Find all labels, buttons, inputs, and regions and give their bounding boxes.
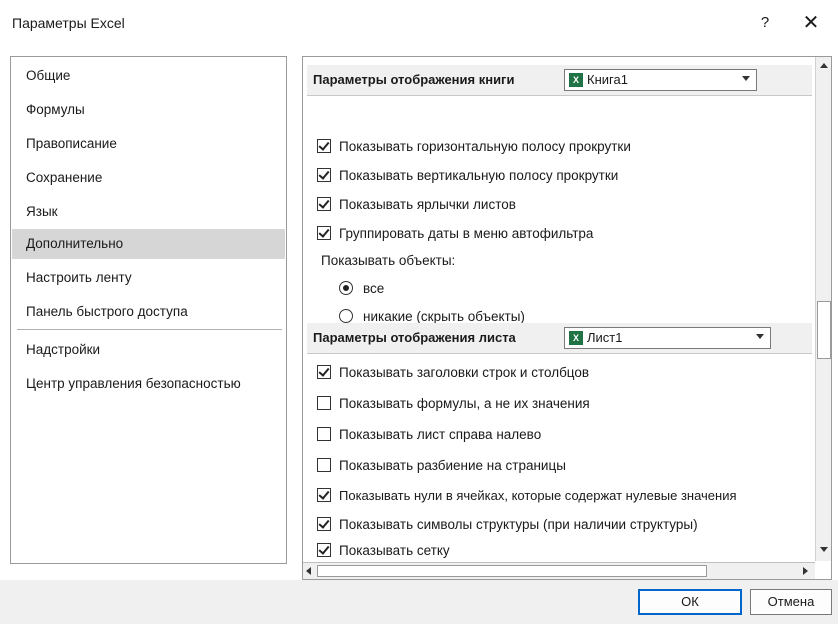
option-right-to-left[interactable]: Показывать лист справа налево	[317, 425, 541, 445]
checkbox-checked[interactable]	[317, 168, 331, 182]
vertical-scrollbar[interactable]	[815, 57, 831, 561]
sheet-section-title: Параметры отображения листа	[313, 330, 516, 345]
cancel-button[interactable]: Отмена	[750, 589, 832, 615]
vertical-scroll-thumb[interactable]	[817, 301, 831, 359]
option-label: Показывать ярлычки листов	[339, 197, 516, 212]
nav-item-general[interactable]: Общие	[12, 61, 285, 91]
option-label: Показывать нули в ячейках, которые содер…	[339, 488, 737, 503]
option-page-breaks[interactable]: Показывать разбиение на страницы	[317, 456, 566, 476]
option-label: Показывать разбиение на страницы	[339, 458, 566, 473]
option-label: Показывать заголовки строк и столбцов	[339, 365, 590, 380]
horizontal-scrollbar[interactable]	[303, 562, 815, 579]
book-section-title: Параметры отображения книги	[313, 72, 515, 87]
option-label: Показывать вертикальную полосу прокрутки	[339, 168, 619, 183]
option-label: Показывать символы структуры (при наличи…	[339, 517, 698, 532]
option-show-formulas[interactable]: Показывать формулы, а не их значения	[317, 394, 590, 414]
scroll-right-icon[interactable]	[803, 567, 808, 575]
sheet-section-header: Параметры отображения листа X Лист1	[307, 323, 812, 354]
scroll-left-icon[interactable]	[306, 567, 311, 575]
nav-item-quick-access[interactable]: Панель быстрого доступа	[12, 297, 285, 327]
nav-item-trust-center[interactable]: Центр управления безопасностью	[12, 369, 285, 399]
nav-separator	[17, 329, 282, 330]
option-show-sheet-tabs[interactable]: Показывать ярлычки листов	[317, 195, 516, 215]
nav-item-save[interactable]: Сохранение	[12, 163, 285, 193]
sheet-select-value: Лист1	[587, 330, 623, 345]
option-label: Показывать сетку	[339, 543, 450, 558]
title-bar: Параметры Excel ? ✕	[0, 0, 838, 46]
options-panel: Параметры отображения книги X Книга1 Пок…	[302, 56, 832, 580]
nav-item-addins[interactable]: Надстройки	[12, 335, 285, 365]
help-button[interactable]: ?	[752, 10, 778, 36]
nav-item-customize-ribbon[interactable]: Настроить ленту	[12, 263, 285, 293]
scroll-up-icon[interactable]	[820, 63, 828, 68]
sheet-select[interactable]: X Лист1	[564, 327, 771, 349]
radio-unselected[interactable]	[339, 309, 353, 323]
option-show-vscroll[interactable]: Показывать вертикальную полосу прокрутки	[317, 166, 618, 186]
option-show-headers[interactable]: Показывать заголовки строк и столбцов	[317, 363, 589, 383]
option-label: Показывать лист справа налево	[339, 427, 542, 442]
option-group-dates[interactable]: Группировать даты в меню автофильтра	[317, 224, 593, 244]
nav-item-advanced[interactable]: Дополнительно	[12, 229, 285, 259]
radio-label: никакие (скрыть объекты)	[363, 309, 525, 324]
checkbox-checked[interactable]	[317, 139, 331, 153]
option-show-outline[interactable]: Показывать символы структуры (при наличи…	[317, 515, 698, 535]
option-label: Показывать формулы, а не их значения	[339, 396, 590, 411]
option-show-gridlines[interactable]: Показывать сетку	[317, 541, 450, 561]
checkbox-checked[interactable]	[317, 517, 331, 531]
chevron-down-icon	[756, 334, 764, 339]
book-section-header: Параметры отображения книги X Книга1	[307, 65, 812, 96]
option-show-zeros[interactable]: Показывать нули в ячейках, которые содер…	[317, 486, 737, 506]
nav-item-formulas[interactable]: Формулы	[12, 95, 285, 125]
checkbox-unchecked[interactable]	[317, 427, 331, 441]
checkbox-unchecked[interactable]	[317, 458, 331, 472]
workbook-select-value: Книга1	[587, 72, 628, 87]
checkbox-checked[interactable]	[317, 543, 331, 557]
category-list: Общие Формулы Правописание Сохранение Яз…	[10, 56, 287, 564]
radio-objects-all[interactable]: все	[339, 279, 384, 299]
excel-sheet-icon: X	[569, 331, 583, 345]
workbook-select[interactable]: X Книга1	[564, 69, 757, 91]
ok-button[interactable]: ОК	[638, 589, 742, 615]
checkbox-unchecked[interactable]	[317, 396, 331, 410]
scroll-down-icon[interactable]	[820, 547, 828, 552]
window-title: Параметры Excel	[12, 15, 125, 31]
radio-selected[interactable]	[339, 281, 353, 295]
nav-item-language[interactable]: Язык	[12, 197, 285, 227]
option-show-hscroll[interactable]: Показывать горизонтальную полосу прокрут…	[317, 137, 631, 157]
objects-label: Показывать объекты:	[321, 253, 456, 268]
option-label: Показывать горизонтальную полосу прокрут…	[339, 139, 631, 154]
chevron-down-icon	[742, 76, 750, 81]
nav-item-proofing[interactable]: Правописание	[12, 129, 285, 159]
horizontal-scroll-thumb[interactable]	[317, 565, 707, 577]
checkbox-checked[interactable]	[317, 488, 331, 502]
close-button[interactable]: ✕	[796, 10, 826, 36]
radio-label: все	[363, 281, 385, 296]
dialog-footer: ОК Отмена	[0, 580, 838, 624]
checkbox-checked[interactable]	[317, 365, 331, 379]
option-label: Группировать даты в меню автофильтра	[339, 226, 594, 241]
excel-workbook-icon: X	[569, 73, 583, 87]
checkbox-checked[interactable]	[317, 197, 331, 211]
checkbox-checked[interactable]	[317, 226, 331, 240]
